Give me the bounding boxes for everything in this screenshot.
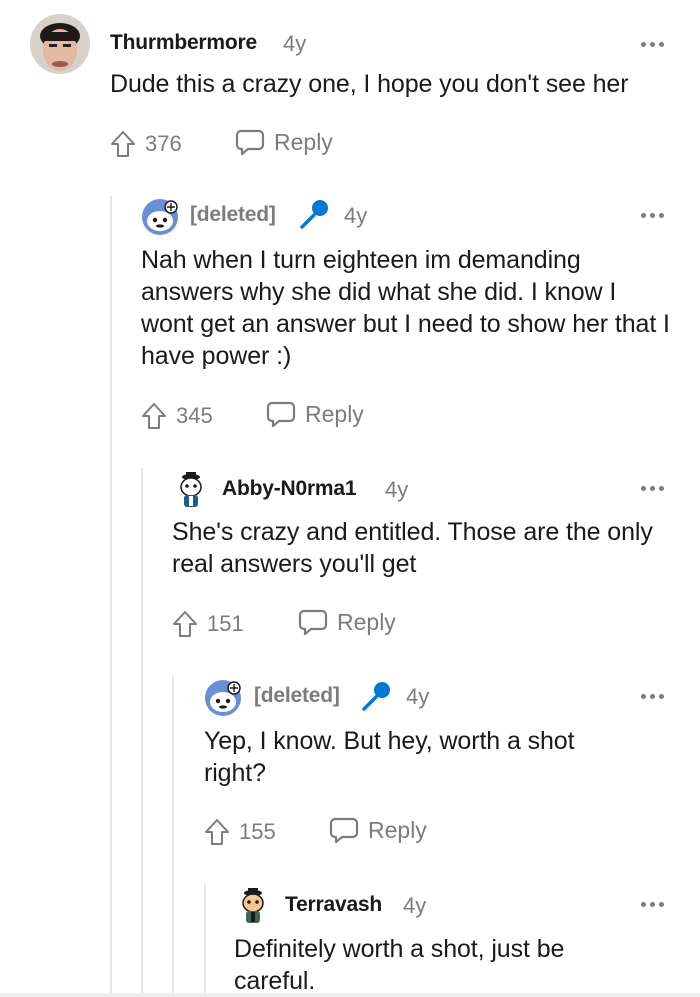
comment-timestamp[interactable]: 4y: [385, 477, 408, 503]
comment-author[interactable]: Terravash: [285, 893, 382, 917]
avatar[interactable]: [30, 14, 90, 74]
reply-button[interactable]: Reply: [329, 816, 427, 844]
comment-author[interactable]: Thurmbermore: [110, 31, 257, 55]
more-options-icon[interactable]: [641, 900, 667, 908]
vote-control: 151: [171, 607, 244, 641]
reply-label: Reply: [368, 816, 427, 843]
comment-timestamp[interactable]: 4y: [403, 893, 426, 919]
more-options-icon[interactable]: [641, 211, 667, 219]
vote-control: 345: [140, 399, 213, 433]
upvote-icon[interactable]: [140, 401, 168, 431]
reply-button[interactable]: Reply: [298, 608, 396, 636]
reply-button[interactable]: Reply: [266, 400, 364, 428]
reply-label: Reply: [305, 400, 364, 427]
more-options-icon[interactable]: [641, 484, 667, 492]
comment-timestamp[interactable]: 4y: [344, 203, 367, 229]
avatar[interactable]: [234, 886, 272, 924]
avatar[interactable]: [141, 198, 179, 236]
more-options-icon[interactable]: [641, 40, 667, 48]
thread-line-level-4[interactable]: [204, 884, 206, 997]
avatar[interactable]: [204, 679, 242, 717]
comment-author[interactable]: Abby-N0rma1: [222, 477, 357, 501]
comment-author[interactable]: [deleted]: [254, 684, 340, 708]
reply-label: Reply: [274, 128, 333, 155]
reply-icon: [266, 401, 296, 428]
comment-body: Nah when I turn eighteen im demanding an…: [141, 246, 670, 370]
vote-count: 345: [176, 403, 213, 428]
thread-line-level-3[interactable]: [172, 676, 174, 997]
avatar[interactable]: [172, 470, 210, 508]
upvote-icon[interactable]: [171, 609, 199, 639]
vote-count: 155: [239, 819, 276, 844]
upvote-icon[interactable]: [203, 817, 231, 847]
comment-author[interactable]: [deleted]: [190, 203, 276, 227]
comment-body: Yep, I know. But hey, worth a shot right…: [204, 727, 575, 787]
vote-control: 376: [109, 127, 182, 161]
bottom-divider: [0, 993, 700, 997]
vote-count: 376: [145, 131, 182, 156]
comment-body: She's crazy and entitled. Those are the …: [172, 518, 653, 578]
microphone-award-icon[interactable]: [298, 198, 330, 230]
vote-control: 155: [203, 815, 276, 849]
upvote-icon[interactable]: [109, 129, 137, 159]
thread-line-level-2[interactable]: [141, 468, 143, 997]
comment-timestamp[interactable]: 4y: [283, 31, 306, 57]
reply-icon: [298, 609, 328, 636]
microphone-award-icon[interactable]: [360, 680, 392, 712]
comment-body: Definitely worth a shot, just be careful…: [234, 935, 565, 995]
reply-icon: [329, 817, 359, 844]
reply-label: Reply: [337, 608, 396, 635]
reply-icon: [235, 129, 265, 156]
vote-count: 151: [207, 611, 244, 636]
comment-timestamp[interactable]: 4y: [406, 684, 429, 710]
comment-body: Dude this a crazy one, I hope you don't …: [110, 70, 629, 98]
thread-line-level-1[interactable]: [110, 196, 112, 997]
reply-button[interactable]: Reply: [235, 128, 333, 156]
more-options-icon[interactable]: [641, 692, 667, 700]
